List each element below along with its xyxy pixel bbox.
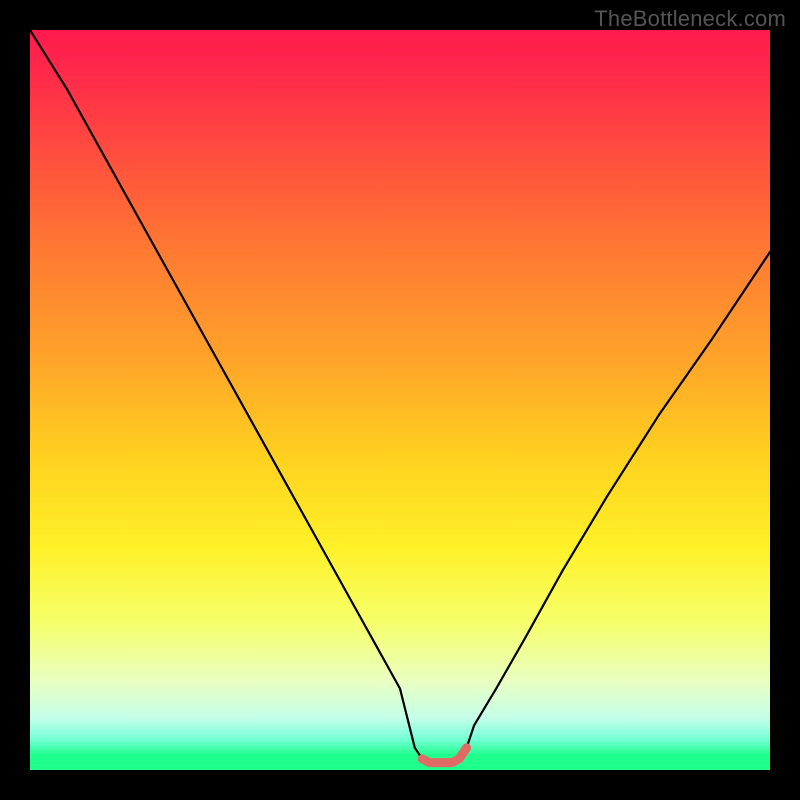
curve-layer — [30, 30, 770, 770]
chart-frame: TheBottleneck.com — [0, 0, 800, 800]
optimal-zone-marker — [422, 748, 466, 763]
plot-area — [30, 30, 770, 770]
bottleneck-curve — [30, 30, 770, 763]
watermark-label: TheBottleneck.com — [594, 6, 786, 32]
